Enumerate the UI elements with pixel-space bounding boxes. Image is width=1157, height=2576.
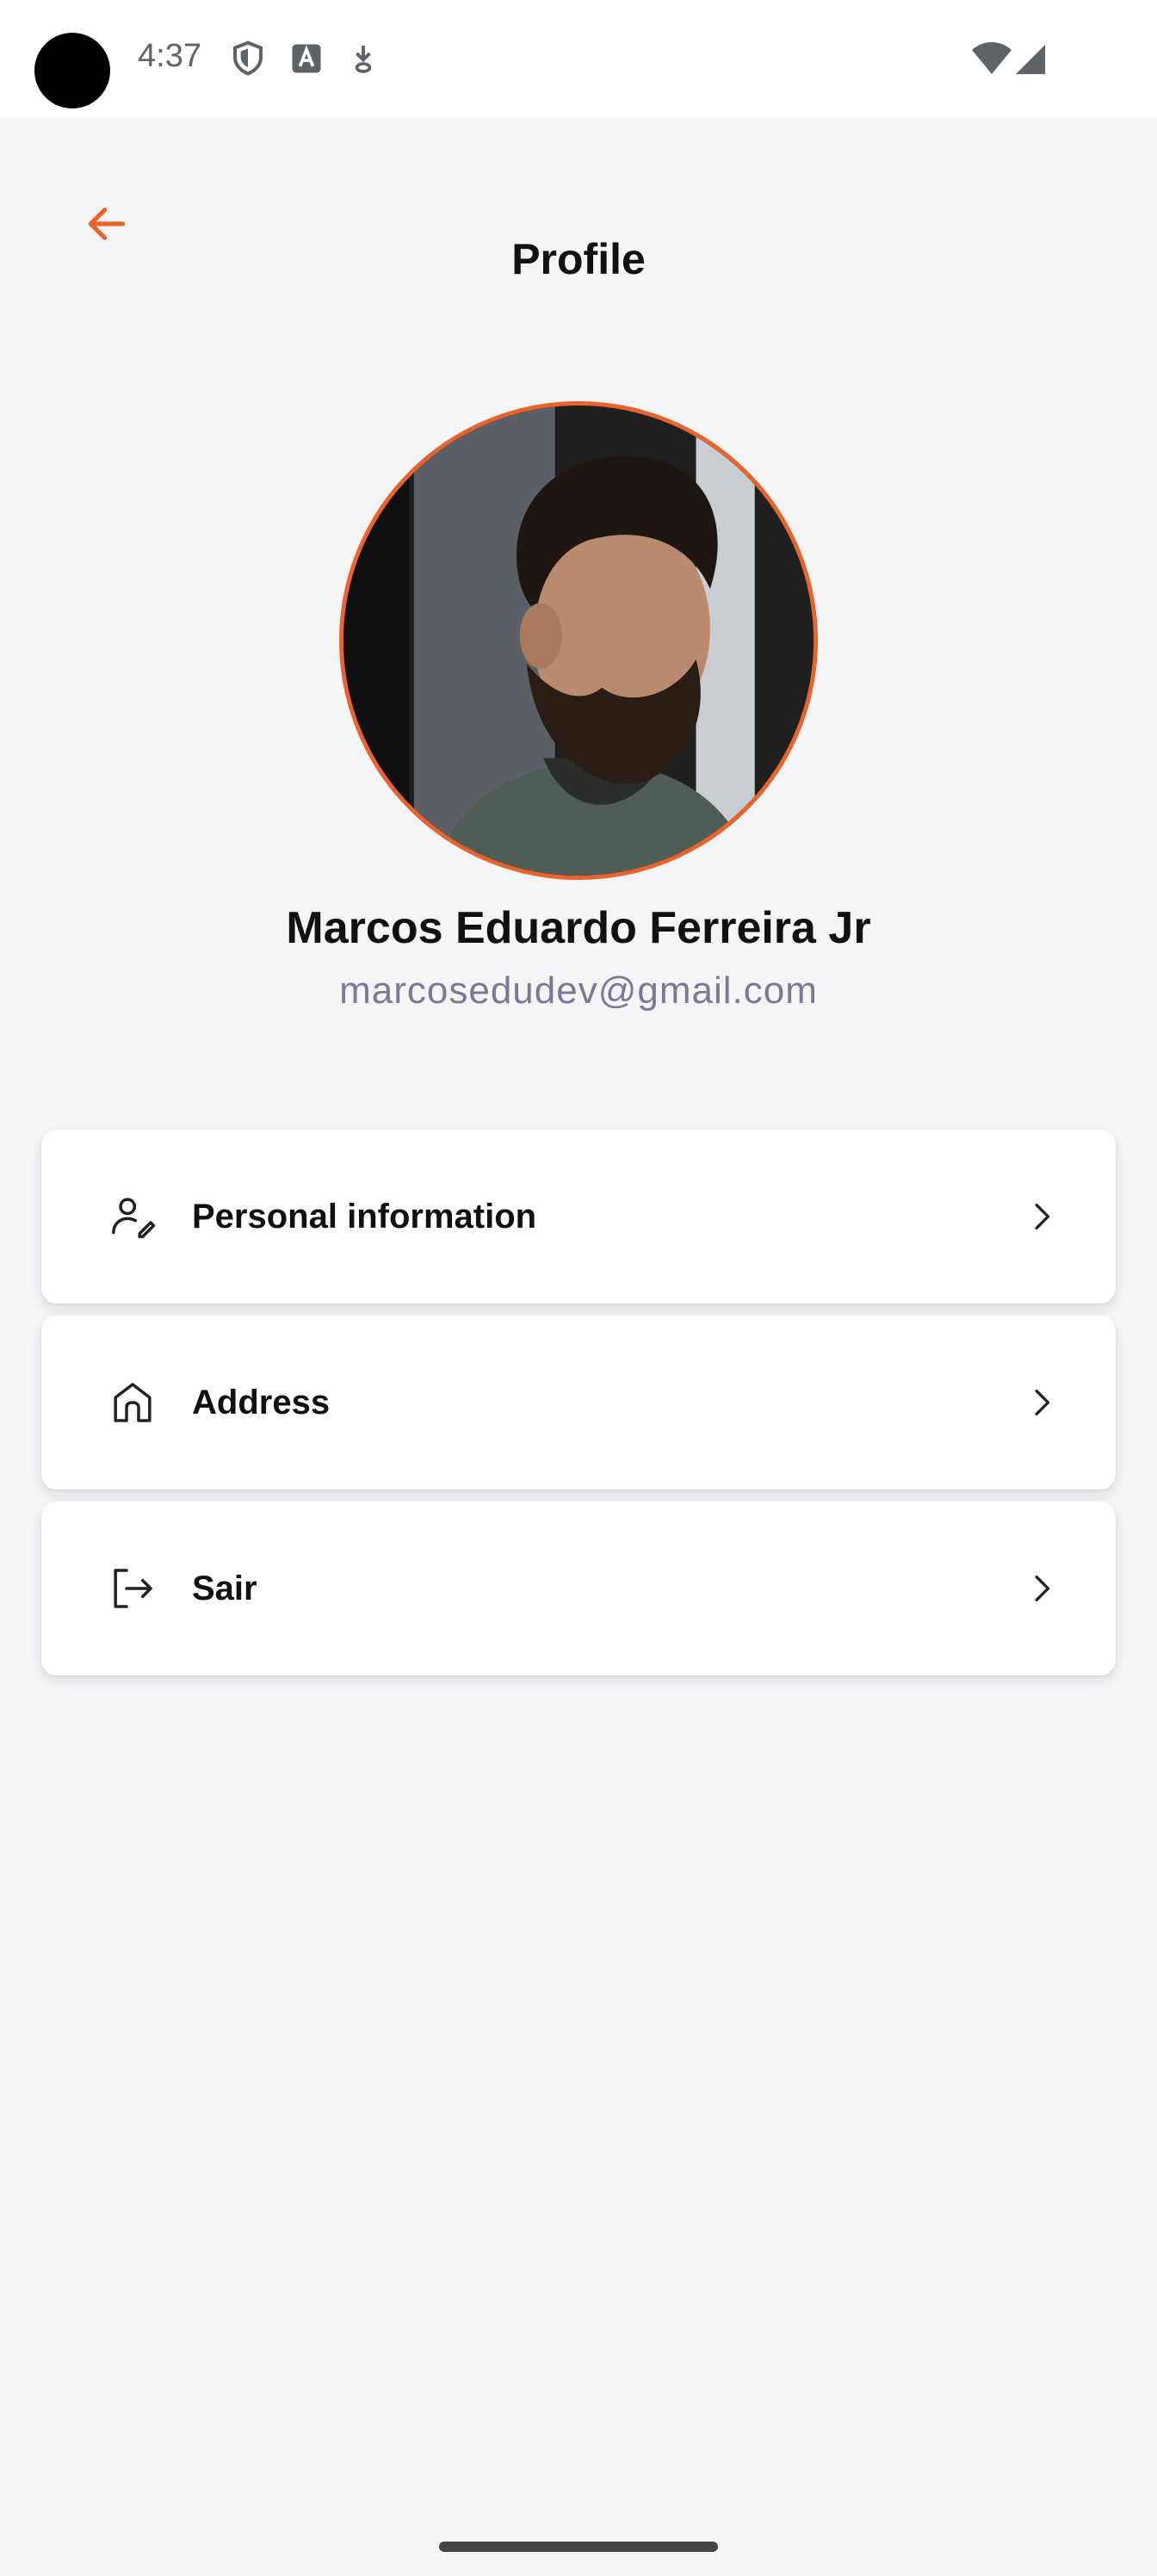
wifi-icon [971, 41, 1012, 76]
status-time: 4:37 [138, 38, 201, 74]
avatar-photo [343, 406, 814, 876]
home-indicator[interactable] [439, 2542, 718, 2552]
menu-item-label: Address [192, 1384, 331, 1421]
chevron-right-icon [1016, 1563, 1067, 1614]
shield-icon [231, 40, 265, 77]
logout-icon [90, 1545, 176, 1632]
chevron-right-icon [1016, 1377, 1067, 1428]
profile-email: marcosedudev@gmail.com [339, 969, 818, 1012]
menu-item-logout[interactable]: Sair [41, 1502, 1116, 1675]
menu-item-label: Sair [192, 1570, 257, 1607]
signal-icon [1014, 43, 1047, 76]
home-icon [90, 1359, 176, 1446]
chevron-right-icon [1016, 1191, 1067, 1242]
menu-item-address[interactable]: Address [41, 1316, 1116, 1489]
status-bar: 4:37 [0, 0, 1157, 117]
download-icon [348, 41, 379, 76]
avatar[interactable] [339, 401, 818, 880]
user-edit-icon [90, 1173, 176, 1260]
profile-name: Marcos Eduardo Ferreira Jr [286, 903, 871, 953]
menu-item-personal-information[interactable]: Personal information [41, 1130, 1116, 1303]
page-title: Profile [511, 235, 646, 283]
font-a-icon [291, 43, 322, 74]
menu-item-label: Personal information [192, 1198, 537, 1235]
camera-cutout [34, 33, 110, 108]
